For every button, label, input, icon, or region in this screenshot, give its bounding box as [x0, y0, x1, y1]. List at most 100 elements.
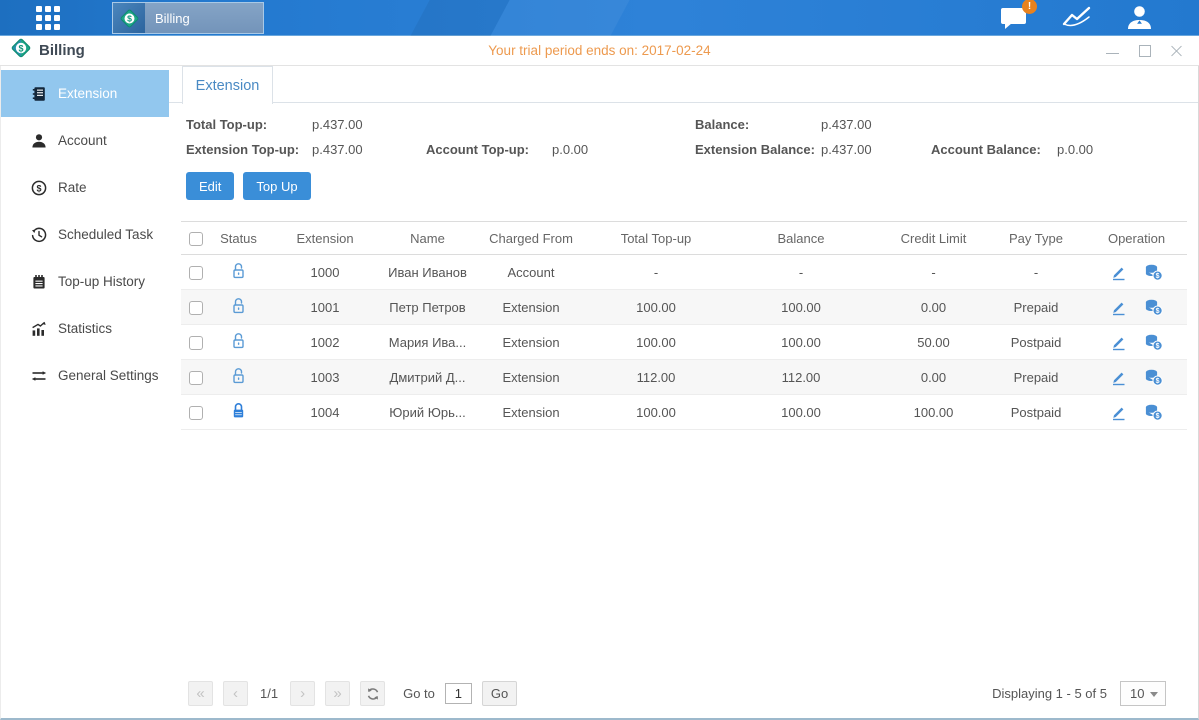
cell-pay-type: Prepaid: [986, 290, 1086, 325]
window-title: Billing: [39, 42, 85, 59]
cell-name: Юрий Юрь...: [384, 395, 471, 430]
close-button[interactable]: [1170, 44, 1183, 57]
edit-row-icon[interactable]: [1110, 404, 1127, 421]
goto-page-input[interactable]: [445, 683, 472, 704]
top-up-row-icon[interactable]: $: [1144, 334, 1163, 351]
svg-text:$: $: [1156, 308, 1160, 315]
edit-row-icon[interactable]: [1110, 299, 1127, 316]
displaying-range: Displaying 1 - 5 of 5: [992, 686, 1107, 701]
row-checkbox[interactable]: [189, 371, 203, 385]
last-page-button[interactable]: »: [325, 681, 350, 706]
cell-balance: 100.00: [721, 290, 881, 325]
minimize-button[interactable]: [1106, 44, 1119, 57]
sidebar-item-label: Scheduled Task: [58, 227, 153, 242]
cell-balance: 100.00: [721, 325, 881, 360]
edit-row-icon[interactable]: [1110, 369, 1127, 386]
sidebar: Extension Account $ Rate Scheduled Task …: [1, 66, 169, 718]
tab-extension[interactable]: Extension: [182, 66, 273, 104]
refresh-button[interactable]: [360, 681, 385, 706]
rate-icon: $: [31, 180, 47, 196]
table-row: 1001 Петр Петров Extension 100.00 100.00…: [181, 290, 1187, 325]
row-checkbox[interactable]: [189, 406, 203, 420]
window-titlebar: $ Billing Your trial period ends on: 201…: [0, 36, 1199, 66]
go-button[interactable]: Go: [482, 681, 517, 706]
cell-extension: 1002: [266, 325, 384, 360]
edit-row-icon[interactable]: [1110, 264, 1127, 281]
top-up-row-icon[interactable]: $: [1144, 404, 1163, 421]
cell-pay-type: Prepaid: [986, 360, 1086, 395]
summary-account-topup: Account Top-up:p.0.00: [426, 142, 695, 157]
top-up-row-icon[interactable]: $: [1144, 299, 1163, 316]
cell-total-topup: -: [591, 255, 721, 290]
top-up-row-icon[interactable]: $: [1144, 264, 1163, 281]
row-checkbox[interactable]: [189, 301, 203, 315]
next-page-button[interactable]: ›: [290, 681, 315, 706]
notification-badge: !: [1022, 0, 1037, 14]
cell-balance: -: [721, 255, 881, 290]
edit-row-icon[interactable]: [1110, 334, 1127, 351]
sidebar-item-statistics[interactable]: Statistics: [1, 305, 169, 352]
cell-total-topup: 100.00: [591, 395, 721, 430]
table-row: 1003 Дмитрий Д... Extension 112.00 112.0…: [181, 360, 1187, 395]
sidebar-item-label: Statistics: [58, 321, 112, 336]
cell-charged-from: Extension: [471, 395, 591, 430]
taskbar-tab-label: Billing: [155, 11, 190, 26]
status-lock-icon: [231, 407, 246, 422]
status-lock-icon: [231, 267, 246, 282]
row-checkbox[interactable]: [189, 336, 203, 350]
summary-total-topup: Total Top-up:p.437.00: [186, 117, 426, 132]
sidebar-item-extension[interactable]: Extension: [1, 70, 169, 117]
sidebar-item-scheduled-task[interactable]: Scheduled Task: [1, 211, 169, 258]
monitor-chart-icon[interactable]: [1062, 6, 1092, 29]
sidebar-item-topup-history[interactable]: Top-up History: [1, 258, 169, 305]
taskbar-tab-billing[interactable]: $ Billing: [112, 2, 264, 34]
sidebar-item-general-settings[interactable]: General Settings: [1, 352, 169, 399]
trial-message: Your trial period ends on: 2017-02-24: [0, 43, 1199, 58]
svg-text:$: $: [1156, 413, 1160, 420]
cell-extension: 1001: [266, 290, 384, 325]
col-operation: Operation: [1086, 222, 1187, 255]
sidebar-item-label: Top-up History: [58, 274, 145, 289]
top-up-button[interactable]: Top Up: [243, 172, 310, 200]
general-settings-icon: [31, 368, 47, 384]
summary-balance: Balance:p.437.00: [695, 117, 931, 132]
cell-credit-limit: -: [881, 255, 986, 290]
cell-name: Петр Петров: [384, 290, 471, 325]
svg-text:$: $: [36, 183, 41, 193]
col-status: Status: [211, 222, 266, 255]
page-size-select[interactable]: 10: [1120, 681, 1166, 706]
svg-text:$: $: [127, 13, 132, 23]
app-grid-icon[interactable]: [36, 6, 60, 30]
maximize-button[interactable]: [1138, 44, 1151, 57]
extension-table: Status Extension Name Charged From Total…: [181, 221, 1187, 430]
sidebar-item-rate[interactable]: $ Rate: [1, 164, 169, 211]
prev-page-button[interactable]: ‹: [223, 681, 248, 706]
billing-diamond-icon: $: [10, 37, 32, 64]
topup-history-icon: [31, 274, 47, 290]
col-charged-from: Charged From: [471, 222, 591, 255]
cell-charged-from: Account: [471, 255, 591, 290]
svg-text:$: $: [1156, 378, 1160, 385]
col-extension: Extension: [266, 222, 384, 255]
table-row: 1004 Юрий Юрь... Extension 100.00 100.00…: [181, 395, 1187, 430]
cell-pay-type: Postpaid: [986, 325, 1086, 360]
billing-diamond-icon: $: [113, 3, 145, 33]
cell-name: Иван Иванов: [384, 255, 471, 290]
svg-text:$: $: [18, 43, 23, 53]
col-total-topup: Total Top-up: [591, 222, 721, 255]
cell-charged-from: Extension: [471, 290, 591, 325]
messages-icon[interactable]: !: [1000, 6, 1028, 30]
edit-button[interactable]: Edit: [186, 172, 234, 200]
table-row: 1002 Мария Ива... Extension 100.00 100.0…: [181, 325, 1187, 360]
select-all-checkbox[interactable]: [189, 232, 203, 246]
svg-text:$: $: [1156, 273, 1160, 280]
row-checkbox[interactable]: [189, 266, 203, 280]
first-page-button[interactable]: «: [188, 681, 213, 706]
user-icon[interactable]: [1126, 5, 1153, 30]
col-name: Name: [384, 222, 471, 255]
sidebar-item-account[interactable]: Account: [1, 117, 169, 164]
cell-extension: 1004: [266, 395, 384, 430]
cell-total-topup: 112.00: [591, 360, 721, 395]
top-up-row-icon[interactable]: $: [1144, 369, 1163, 386]
cell-credit-limit: 0.00: [881, 290, 986, 325]
